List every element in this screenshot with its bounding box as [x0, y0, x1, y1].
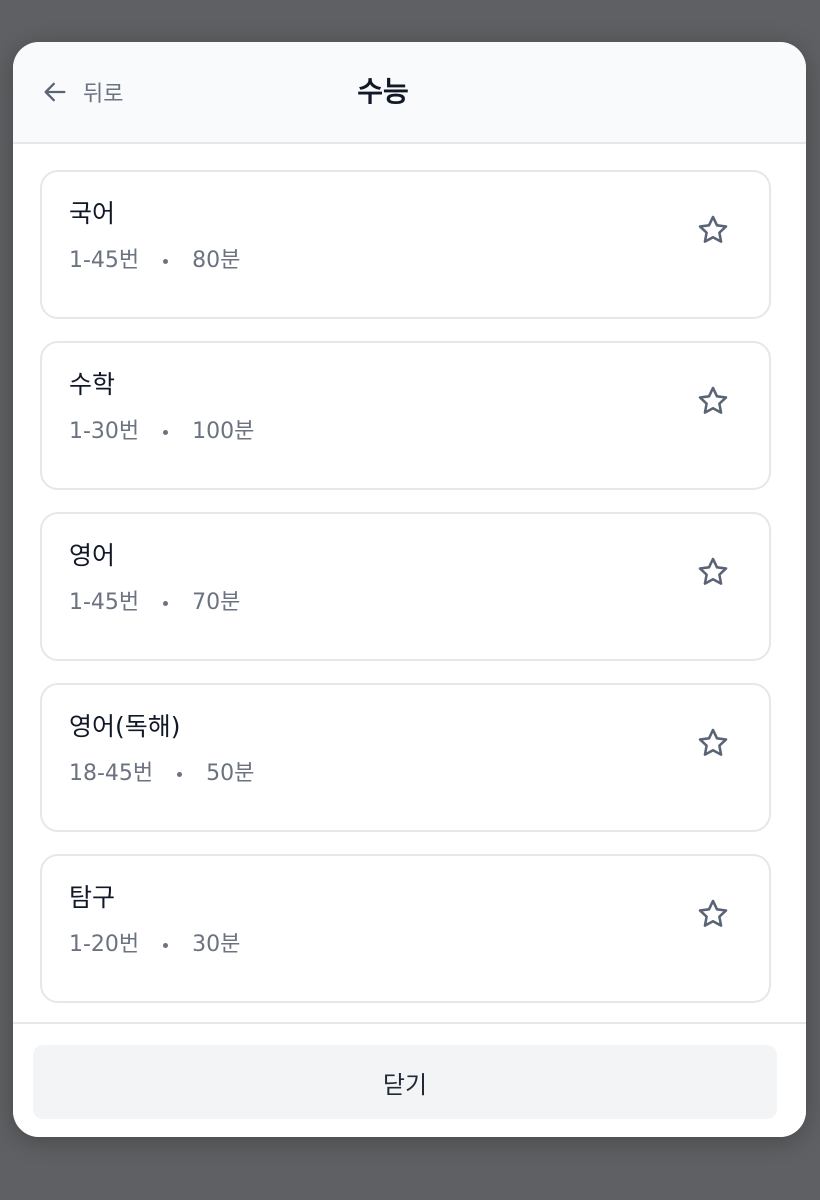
star-outline-icon	[696, 555, 730, 593]
subject-card[interactable]: 영어 1-45번 70분	[40, 512, 771, 661]
star-outline-icon	[696, 897, 730, 935]
time-limit: 100분	[192, 419, 255, 444]
modal-header: 뒤로 수능	[13, 42, 806, 144]
subject-card[interactable]: 국어 1-45번 80분	[40, 170, 771, 319]
subject-meta: 18-45번 50분	[69, 757, 254, 791]
question-range: 1-45번	[69, 248, 140, 273]
subject-name: 국어	[69, 199, 116, 228]
question-range: 18-45번	[69, 761, 154, 786]
favorite-button[interactable]	[691, 552, 735, 596]
favorite-button[interactable]	[691, 210, 735, 254]
subject-select-modal: 뒤로 수능 국어 1-45번 80분 수학 1-30번 100분 영어 1-45…	[13, 42, 806, 1137]
separator-dot	[177, 771, 183, 777]
subject-name: 탐구	[69, 883, 116, 912]
question-range: 1-30번	[69, 419, 140, 444]
question-range: 1-45번	[69, 590, 140, 615]
separator-dot	[163, 258, 169, 264]
time-limit: 80분	[192, 248, 241, 273]
favorite-button[interactable]	[691, 723, 735, 767]
subject-name: 영어	[69, 541, 116, 570]
time-limit: 70분	[192, 590, 241, 615]
separator-dot	[163, 600, 169, 606]
subject-meta: 1-20번 30분	[69, 928, 240, 962]
star-outline-icon	[696, 384, 730, 422]
subject-card[interactable]: 영어(독해) 18-45번 50분	[40, 683, 771, 832]
subject-card[interactable]: 탐구 1-20번 30분	[40, 854, 771, 1003]
star-outline-icon	[696, 213, 730, 251]
question-range: 1-20번	[69, 932, 140, 957]
subject-card[interactable]: 수학 1-30번 100분	[40, 341, 771, 490]
separator-dot	[163, 429, 169, 435]
star-outline-icon	[696, 726, 730, 764]
modal-footer: 닫기	[13, 1022, 806, 1137]
subject-name: 수학	[69, 370, 116, 399]
subject-meta: 1-30번 100분	[69, 415, 254, 449]
favorite-button[interactable]	[691, 381, 735, 425]
modal-title: 수능	[357, 75, 409, 108]
close-button[interactable]: 닫기	[33, 1045, 777, 1119]
backdrop	[130, 1138, 690, 1198]
subject-name: 영어(독해)	[69, 712, 181, 741]
favorite-button[interactable]	[691, 894, 735, 938]
separator-dot	[163, 942, 169, 948]
subject-meta: 1-45번 70분	[69, 586, 240, 620]
time-limit: 30분	[192, 932, 241, 957]
subject-meta: 1-45번 80분	[69, 244, 240, 278]
time-limit: 50분	[206, 761, 255, 786]
subject-list: 국어 1-45번 80분 수학 1-30번 100분 영어 1-45번 70분 …	[40, 170, 771, 1025]
